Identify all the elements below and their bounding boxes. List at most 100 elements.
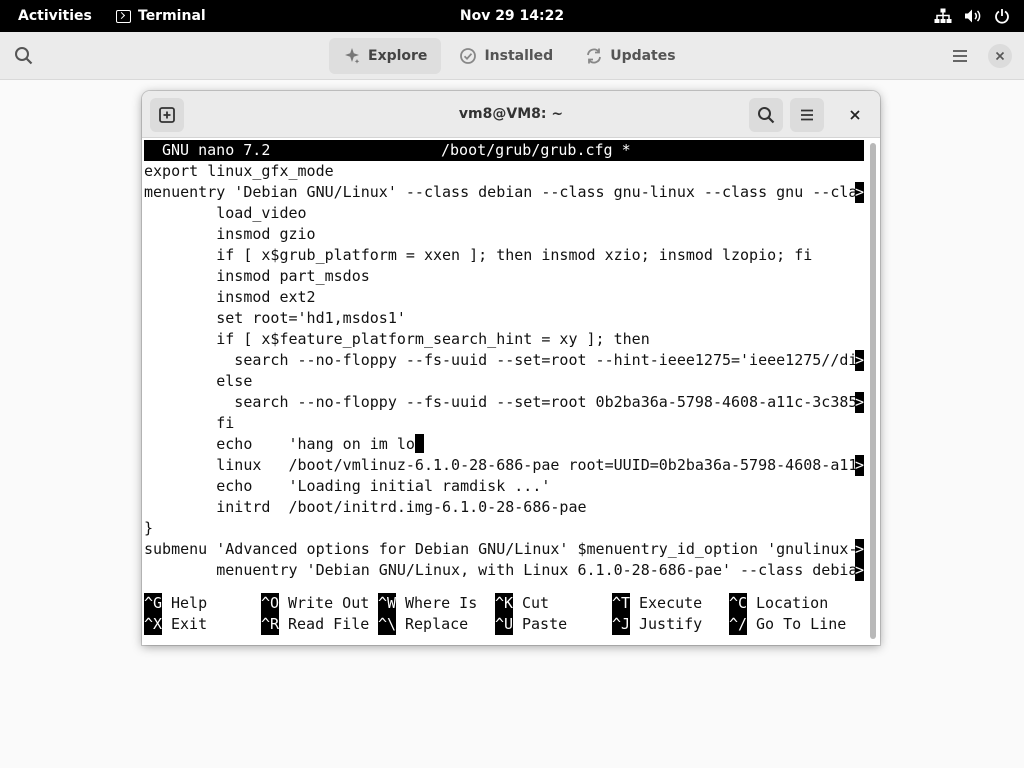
code-line[interactable]: echo 'Loading initial ramdisk ...' (144, 476, 864, 497)
code-line-text: menuentry 'Debian GNU/Linux, with Linux … (144, 561, 858, 579)
code-line[interactable]: } (144, 518, 864, 539)
nano-version: GNU nano 7.2 (162, 141, 271, 159)
code-line[interactable]: if [ x$grub_platform = xxen ]; then insm… (144, 245, 864, 266)
code-line[interactable]: initrd /boot/initrd.img-6.1.0-28-686-pae (144, 497, 864, 518)
power-icon[interactable] (994, 8, 1010, 24)
code-line-text: if [ x$grub_platform = xxen ]; then insm… (144, 246, 813, 264)
scrollbar-thumb[interactable] (870, 143, 876, 639)
code-line[interactable]: else (144, 371, 864, 392)
code-line-text: insmod part_msdos (144, 267, 370, 285)
clock[interactable]: Nov 29 14:22 (460, 8, 564, 24)
code-line[interactable]: search --no-floppy --fs-uuid --set=root … (144, 350, 864, 371)
code-line-text: submenu 'Advanced options for Debian GNU… (144, 540, 858, 558)
code-line-text: search --no-floppy --fs-uuid --set=root … (144, 393, 858, 411)
code-line[interactable]: insmod part_msdos (144, 266, 864, 287)
code-line[interactable]: fi (144, 413, 864, 434)
tab-explore[interactable]: Explore (329, 38, 442, 74)
shortcut-key: ^O (261, 593, 280, 614)
nano-filename: /boot/grub/grub.cfg * (441, 141, 631, 159)
installed-icon (460, 48, 477, 64)
nano-editor[interactable]: GNU nano 7.2 /boot/grub/grub.cfg * expor… (144, 139, 866, 645)
app-menu-terminal[interactable]: Terminal (110, 0, 212, 32)
shortcut-row-2: ^X Exit ^R Read File ^\ Replace ^U Paste ^J Justi… (144, 614, 864, 635)
terminal-headerbar[interactable]: vm8@VM8: ~ (142, 91, 880, 138)
close-icon (995, 51, 1005, 61)
activities-button[interactable]: Activities (10, 0, 100, 32)
terminal-search-button[interactable] (749, 98, 783, 132)
shortcut-key: ^\ (378, 614, 397, 635)
shortcut-label: Read File (288, 615, 370, 633)
code-line[interactable]: export linux_gfx_mode (144, 161, 864, 182)
code-line-text: insmod gzio (144, 225, 316, 243)
volume-icon[interactable] (964, 8, 982, 24)
shortcut-item: ^W Where Is (378, 593, 477, 614)
code-line[interactable]: submenu 'Advanced options for Debian GNU… (144, 539, 864, 560)
code-line[interactable]: insmod ext2 (144, 287, 864, 308)
close-icon (850, 110, 860, 120)
new-tab-button[interactable] (150, 98, 184, 132)
window-close-button[interactable] (988, 44, 1012, 68)
tab-label: Installed (484, 48, 554, 64)
code-line[interactable]: menuentry 'Debian GNU/Linux, with Linux … (144, 560, 864, 581)
network-icon[interactable] (934, 8, 952, 24)
shortcut-item: ^O Write Out (261, 593, 369, 614)
code-line-text: search --no-floppy --fs-uuid --set=root … (144, 351, 858, 369)
code-line-text: initrd /boot/initrd.img-6.1.0-28-686-pae (144, 498, 587, 516)
code-line[interactable]: menuentry 'Debian GNU/Linux' --class deb… (144, 182, 864, 203)
code-line[interactable]: load_video (144, 203, 864, 224)
terminal-menu-button[interactable] (790, 98, 824, 132)
software-headerbar: Explore Installed Updates (0, 32, 1024, 80)
shortcut-key: ^K (495, 593, 514, 614)
shortcut-key: ^J (612, 614, 631, 635)
hamburger-menu-icon[interactable] (948, 44, 972, 68)
software-view-switcher: Explore Installed Updates (329, 38, 690, 74)
text-cursor (414, 434, 424, 453)
tab-installed[interactable]: Installed (445, 38, 567, 74)
terminal-scrollbar[interactable] (866, 139, 880, 645)
search-icon[interactable] (12, 44, 36, 68)
terminal-app-icon (116, 9, 131, 23)
shortcut-label: Where Is (405, 594, 478, 612)
shortcut-label: Help (171, 594, 208, 612)
code-line[interactable]: search --no-floppy --fs-uuid --set=root … (144, 392, 864, 413)
new-tab-icon (159, 107, 175, 123)
code-line[interactable]: echo 'hang on im lo (144, 434, 864, 455)
top-bar: Activities Terminal Nov 29 14:22 (0, 0, 1024, 32)
shortcut-key: ^G (144, 593, 163, 614)
shortcut-key: ^C (729, 593, 748, 614)
nano-title-bar: GNU nano 7.2 /boot/grub/grub.cfg * (144, 140, 864, 161)
shortcut-label: Location (756, 594, 829, 612)
code-line-text: insmod ext2 (144, 288, 316, 306)
shortcut-key: ^U (495, 614, 514, 635)
shortcut-label: Execute (639, 594, 703, 612)
app-menu-label: Terminal (138, 8, 206, 24)
code-line-text: echo 'hang on im lo (144, 435, 415, 453)
line-truncation-marker: > (855, 539, 865, 560)
shortcut-item: ^C Location (729, 593, 828, 614)
code-line[interactable]: if [ x$feature_platform_search_hint = xy… (144, 329, 864, 350)
shortcut-item: ^J Justify (612, 614, 702, 635)
shortcut-label: Justify (639, 615, 703, 633)
code-line-text: export linux_gfx_mode (144, 162, 334, 180)
shortcut-label: Write Out (288, 594, 370, 612)
terminal-close-button[interactable] (841, 101, 869, 129)
shortcut-item: ^K Cut (495, 593, 549, 614)
code-line[interactable]: linux /boot/vmlinuz-6.1.0-28-686-pae roo… (144, 455, 864, 476)
line-truncation-marker: > (855, 182, 865, 203)
code-line-text: echo 'Loading initial ramdisk ...' (144, 477, 551, 495)
tab-updates[interactable]: Updates (571, 38, 689, 74)
explore-icon (345, 48, 360, 64)
shortcut-label: Replace (405, 615, 469, 633)
code-line[interactable]: set root='hd1,msdos1' (144, 308, 864, 329)
line-truncation-marker: > (855, 392, 865, 413)
line-truncation-marker: > (855, 455, 865, 476)
hamburger-menu-icon (801, 109, 813, 121)
shortcut-item: ^R Read File (261, 614, 369, 635)
shortcut-key: ^/ (729, 614, 748, 635)
tab-label: Updates (610, 48, 676, 64)
code-line[interactable]: insmod gzio (144, 224, 864, 245)
code-line-text: } (144, 519, 154, 537)
system-tray[interactable] (934, 0, 1010, 32)
shortcut-item: ^G Help (144, 593, 207, 614)
shortcut-label: Paste (522, 615, 568, 633)
